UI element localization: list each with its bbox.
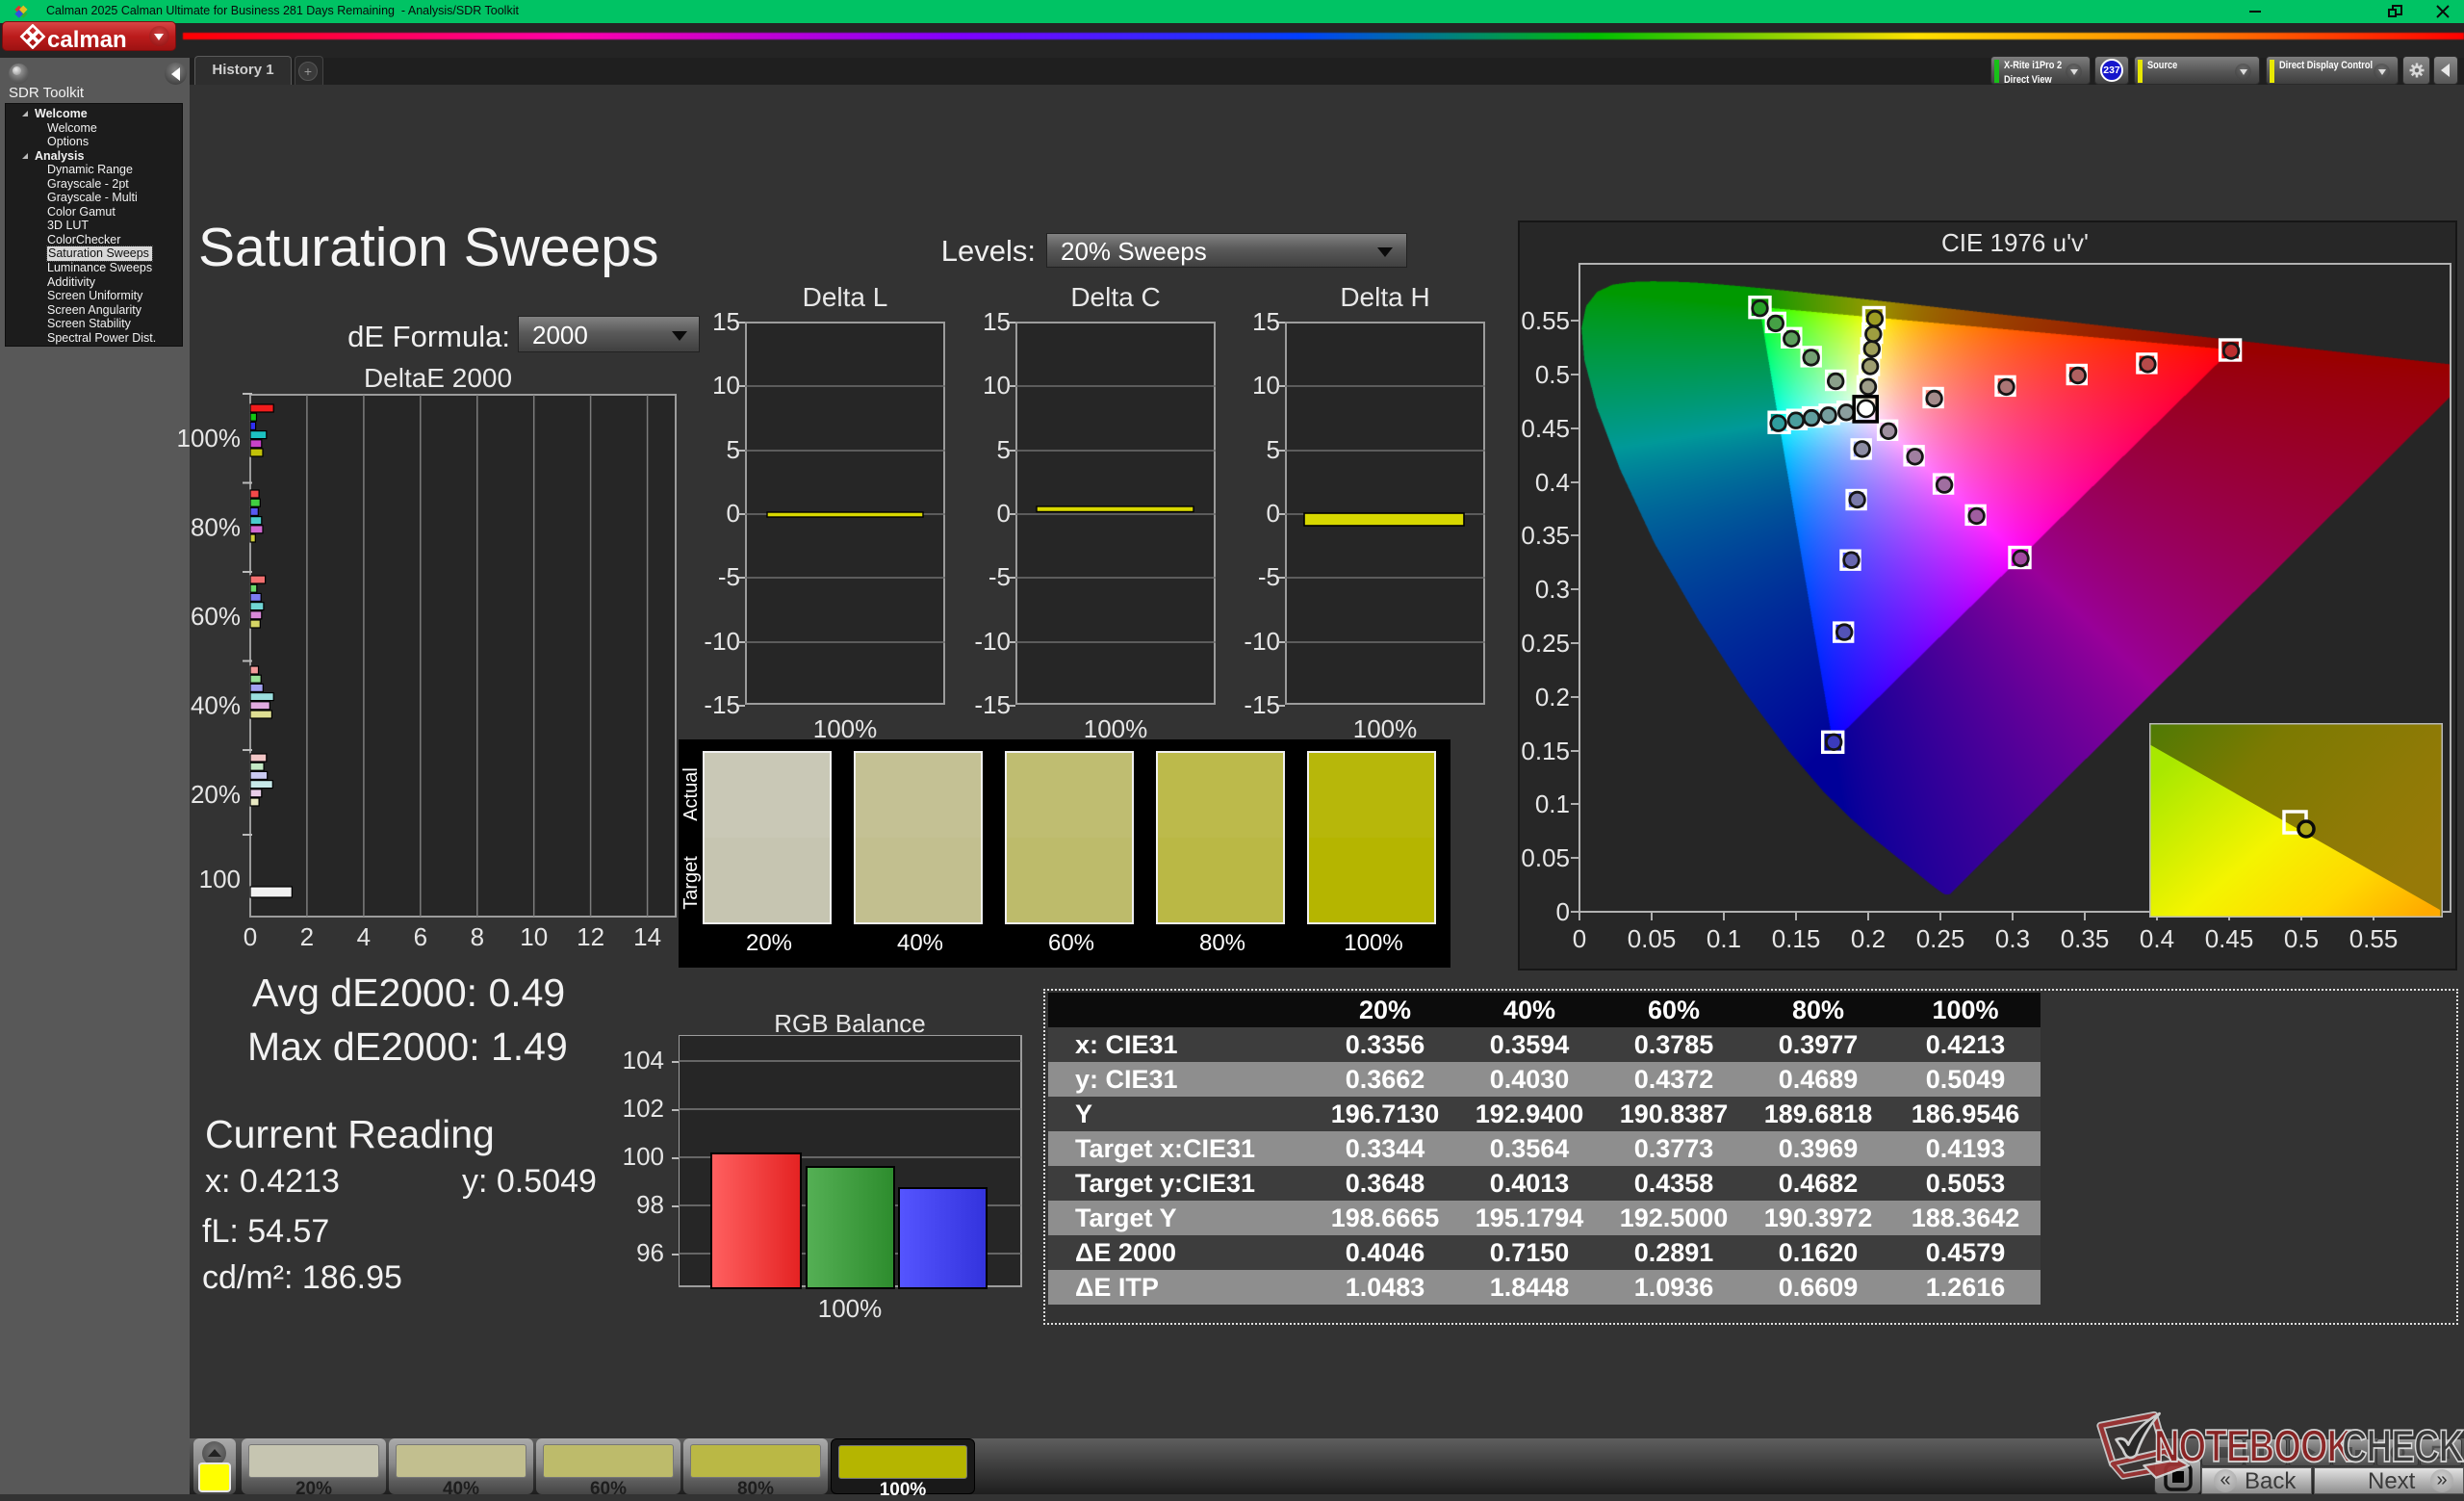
svg-text:0.4: 0.4 bbox=[2140, 924, 2174, 953]
svg-text:0: 0 bbox=[244, 922, 257, 951]
svg-text:0: 0 bbox=[1573, 924, 1586, 953]
svg-text:12: 12 bbox=[577, 922, 604, 951]
svg-text:0.55: 0.55 bbox=[1521, 306, 1570, 335]
svg-text:14: 14 bbox=[633, 922, 661, 951]
svg-text:0.55: 0.55 bbox=[2349, 924, 2399, 953]
svg-text:0.05: 0.05 bbox=[1521, 843, 1570, 872]
svg-text:100: 100 bbox=[199, 865, 241, 893]
svg-text:0.05: 0.05 bbox=[1628, 924, 1677, 953]
svg-text:0.2: 0.2 bbox=[1535, 683, 1570, 712]
svg-text:80%: 80% bbox=[191, 513, 241, 542]
svg-text:0.2: 0.2 bbox=[1851, 924, 1886, 953]
svg-text:6: 6 bbox=[414, 922, 427, 951]
svg-text:0.1: 0.1 bbox=[1535, 789, 1570, 818]
svg-text:NOTEBOOK: NOTEBOOK bbox=[2154, 1421, 2353, 1471]
svg-text:0.25: 0.25 bbox=[1916, 924, 1965, 953]
svg-text:0.25: 0.25 bbox=[1521, 629, 1570, 658]
svg-text:20%: 20% bbox=[191, 780, 241, 809]
svg-text:100%: 100% bbox=[177, 424, 242, 453]
svg-text:0.5: 0.5 bbox=[1535, 360, 1570, 389]
svg-text:0: 0 bbox=[1556, 897, 1570, 926]
svg-text:CHECK: CHECK bbox=[2342, 1421, 2464, 1471]
svg-text:0.3: 0.3 bbox=[1995, 924, 2030, 953]
svg-text:0.1: 0.1 bbox=[1707, 924, 1741, 953]
svg-text:0.4: 0.4 bbox=[1535, 468, 1570, 497]
svg-text:0.3: 0.3 bbox=[1535, 575, 1570, 604]
svg-text:0.35: 0.35 bbox=[2061, 924, 2110, 953]
svg-text:0.45: 0.45 bbox=[1521, 414, 1570, 443]
svg-text:40%: 40% bbox=[191, 691, 241, 720]
svg-text:0.45: 0.45 bbox=[2205, 924, 2254, 953]
svg-text:0.5: 0.5 bbox=[2284, 924, 2319, 953]
svg-text:2: 2 bbox=[300, 922, 314, 951]
svg-text:0.15: 0.15 bbox=[1772, 924, 1821, 953]
svg-text:60%: 60% bbox=[191, 602, 241, 631]
svg-text:4: 4 bbox=[357, 922, 371, 951]
svg-text:0.35: 0.35 bbox=[1521, 521, 1570, 550]
svg-text:10: 10 bbox=[520, 922, 548, 951]
svg-text:8: 8 bbox=[471, 922, 484, 951]
svg-text:0.15: 0.15 bbox=[1521, 737, 1570, 765]
